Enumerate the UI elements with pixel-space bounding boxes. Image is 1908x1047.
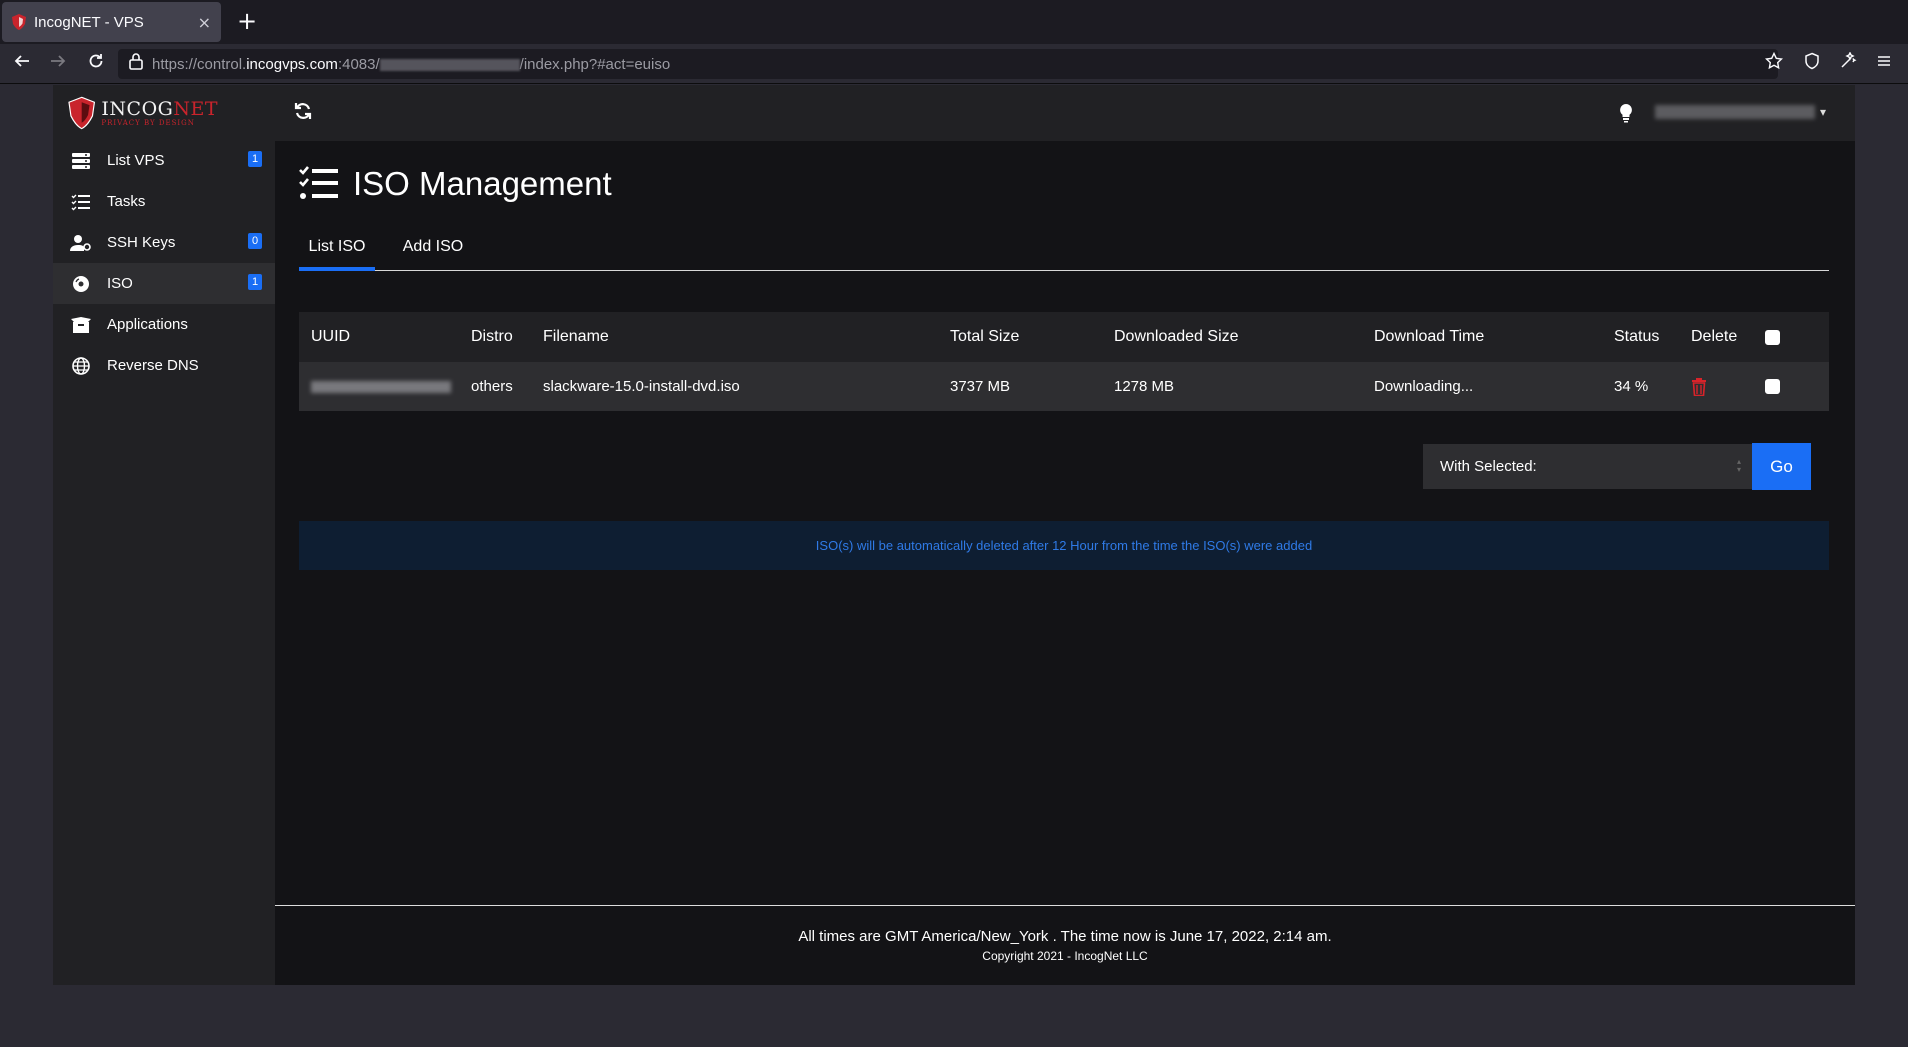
- bookmark-star-icon[interactable]: [1762, 51, 1786, 76]
- server-icon: [69, 151, 93, 171]
- tasks-list-icon: [299, 166, 338, 199]
- browser-navbar: https://control.incogvps.com:4083/ /index…: [0, 44, 1908, 84]
- back-icon[interactable]: [10, 52, 34, 76]
- cell-downloaded-size: 1278 MB: [1114, 378, 1175, 395]
- footer-time-text: All times are GMT America/New_York . The…: [798, 928, 1332, 945]
- tab-title: IncogNET - VPS: [34, 13, 144, 31]
- sidebar-item-reverse-dns[interactable]: Reverse DNS: [53, 345, 275, 386]
- select-all-checkbox[interactable]: [1765, 312, 1780, 362]
- table-row: others slackware-15.0-install-dvd.iso 37…: [299, 362, 1829, 411]
- sidebar-item-applications[interactable]: Applications: [53, 304, 275, 345]
- cell-distro: others: [471, 378, 513, 395]
- tab-close-icon[interactable]: ×: [198, 13, 211, 32]
- shield-logo-icon: [68, 96, 96, 130]
- sidebar: INCOGNET PRIVACY BY DESIGN List VPS 1 Ta…: [53, 85, 275, 985]
- url-host: incogvps.com: [246, 56, 338, 73]
- cell-download-time: Downloading...: [1374, 378, 1474, 395]
- cell-status: 34 %: [1614, 378, 1649, 395]
- footer: All times are GMT America/New_York . The…: [275, 905, 1855, 985]
- sidebar-item-label: Applications: [107, 316, 188, 333]
- with-selected-label: With Selected:: [1440, 458, 1537, 475]
- topbar: ▾: [275, 85, 1855, 141]
- trash-icon[interactable]: [1691, 362, 1707, 411]
- sidebar-item-label: ISO: [107, 275, 133, 292]
- count-badge: 1: [248, 274, 262, 290]
- sidebar-item-label: Tasks: [107, 193, 146, 210]
- extensions-icon[interactable]: [1836, 51, 1860, 76]
- box-icon: [69, 315, 93, 335]
- logo-tagline: PRIVACY BY DESIGN: [101, 119, 195, 127]
- col-status: Status: [1614, 328, 1660, 345]
- col-distro: Distro: [471, 328, 513, 345]
- col-filename: Filename: [543, 328, 609, 345]
- url-suffix: /index.php?#act=euiso: [519, 56, 671, 73]
- logo[interactable]: INCOGNET PRIVACY BY DESIGN: [68, 93, 218, 133]
- col-download-time: Download Time: [1374, 328, 1485, 345]
- page-title-text: ISO Management: [353, 165, 612, 202]
- url-redacted: [379, 59, 520, 72]
- sidebar-item-tasks[interactable]: Tasks: [53, 181, 275, 222]
- row-checkbox[interactable]: [1765, 362, 1780, 411]
- sidebar-item-label: Reverse DNS: [107, 357, 199, 374]
- chevron-down-icon[interactable]: ▾: [1820, 105, 1826, 119]
- refresh-icon[interactable]: [293, 101, 317, 125]
- sidebar-item-label: SSH Keys: [107, 234, 176, 251]
- sidebar-item-label: List VPS: [107, 152, 165, 169]
- auto-delete-notice: ISO(s) will be automatically deleted aft…: [299, 521, 1829, 570]
- shield-tracking-icon[interactable]: [1800, 52, 1824, 76]
- app-container: INCOGNET PRIVACY BY DESIGN List VPS 1 Ta…: [53, 85, 1855, 985]
- new-tab-button[interactable]: +: [234, 8, 260, 34]
- tab-add-iso[interactable]: Add ISO: [397, 225, 469, 271]
- user-key-icon: [69, 233, 93, 253]
- tab-list-iso[interactable]: List ISO: [299, 225, 375, 271]
- url-prefix: https://control.: [152, 56, 247, 73]
- select-arrows-icon: ▴ ▾: [1736, 457, 1741, 474]
- count-badge: 1: [248, 151, 262, 167]
- sidebar-item-list-vps[interactable]: List VPS 1: [53, 140, 275, 181]
- sidebar-item-iso[interactable]: ISO 1: [53, 263, 275, 304]
- menu-hamburger-icon[interactable]: [1872, 52, 1896, 76]
- iso-table: UUID Distro Filename Total Size Download…: [299, 312, 1829, 411]
- tab-bar: List ISO Add ISO: [299, 225, 1829, 271]
- reload-icon[interactable]: [84, 52, 108, 76]
- disc-icon: [69, 274, 93, 294]
- cell-total-size: 3737 MB: [950, 378, 1011, 395]
- count-badge: 0: [248, 233, 262, 249]
- col-downloaded-size: Downloaded Size: [1114, 328, 1239, 345]
- shield-favicon-icon: [12, 14, 26, 30]
- tasks-icon: [69, 192, 93, 212]
- page-title: ISO Management: [299, 165, 612, 203]
- col-delete: Delete: [1691, 328, 1738, 345]
- browser-tab[interactable]: IncogNET - VPS ×: [2, 2, 221, 42]
- logo-name: INCOGNET: [101, 98, 218, 120]
- url-text: https://control.incogvps.com:4083/ /index…: [152, 56, 670, 73]
- url-port: :4083/: [337, 56, 380, 73]
- table-header: UUID Distro Filename Total Size Download…: [299, 312, 1829, 362]
- footer-copyright: Copyright 2021 - IncogNet LLC: [982, 949, 1148, 963]
- col-total-size: Total Size: [950, 328, 1020, 345]
- lightbulb-icon[interactable]: [1618, 103, 1638, 123]
- globe-icon: [69, 356, 93, 376]
- with-selected-select[interactable]: With Selected: ▴ ▾: [1423, 444, 1753, 489]
- sidebar-item-ssh-keys[interactable]: SSH Keys 0: [53, 222, 275, 263]
- lock-icon[interactable]: [124, 52, 148, 76]
- user-menu-redacted[interactable]: [1655, 105, 1815, 119]
- forward-icon[interactable]: [46, 52, 70, 76]
- browser-tabbar: IncogNET - VPS × +: [0, 0, 1908, 44]
- col-uuid: UUID: [311, 328, 351, 345]
- cell-filename: slackware-15.0-install-dvd.iso: [543, 378, 740, 395]
- uuid-redacted: [311, 362, 451, 411]
- go-button[interactable]: Go: [1752, 443, 1811, 490]
